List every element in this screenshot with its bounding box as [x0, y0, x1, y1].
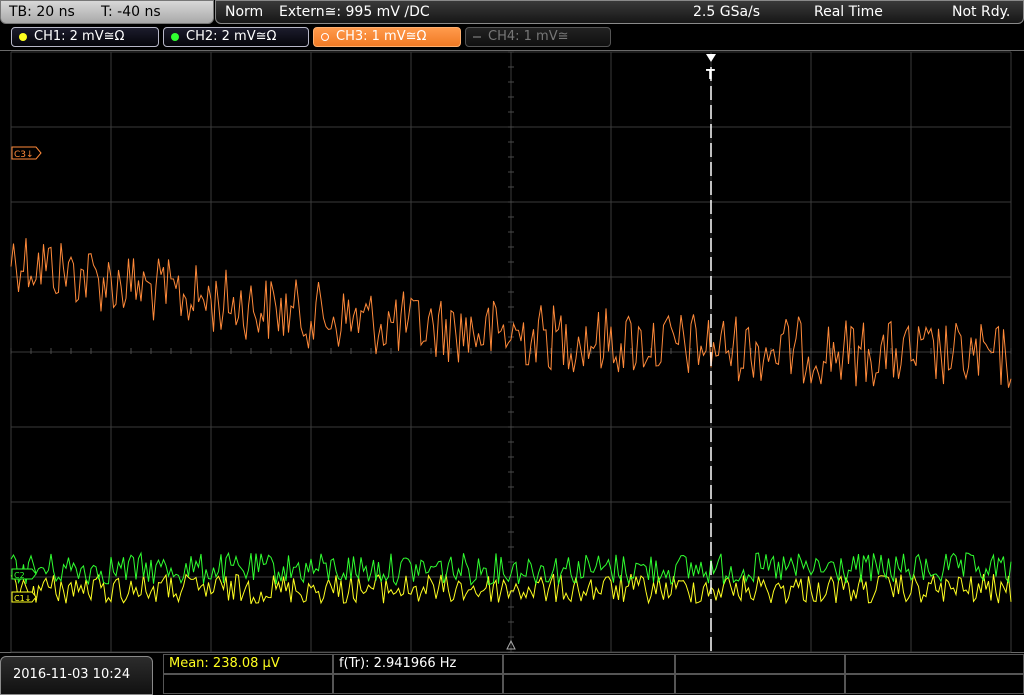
channel-2-label: CH2: 2 mV≅Ω — [186, 29, 277, 44]
channel-3-ref-marker[interactable]: C3↓ — [11, 146, 42, 160]
channel-1-tab[interactable]: CH1: 2 mV≅Ω — [11, 27, 159, 47]
trigger-mode[interactable]: Norm — [225, 1, 263, 23]
acquisition-mode[interactable]: Real Time — [814, 1, 883, 23]
measurement-slot-3[interactable] — [503, 654, 675, 674]
measurement-slot-10[interactable] — [845, 674, 1024, 694]
channel-2-tab[interactable]: CH2: 2 mV≅Ω — [163, 27, 309, 47]
waveform-area[interactable]: C3↓ C2 C1↓ T — [0, 51, 1024, 654]
channel-1-label: CH1: 2 mV≅Ω — [34, 29, 125, 44]
mean-measurement[interactable]: Mean: 238.08 µV — [163, 654, 333, 674]
channel-4-label: CH4: 1 mV≅ — [488, 29, 569, 44]
channel-4-indicator-icon — [473, 36, 481, 38]
scope-display[interactable]: C3↓ C2 C1↓ T — [0, 50, 1024, 654]
bottom-bar: 2016-11-03 10:24 Mean: 238.08 µV f(Tr): … — [0, 654, 1024, 695]
channel-1-ref-marker[interactable]: C1↓ — [11, 591, 37, 603]
measurement-slot-5[interactable] — [845, 654, 1024, 674]
channel-1-indicator-icon — [19, 33, 27, 41]
timebase-value[interactable]: TB: 20 ns — [9, 1, 75, 23]
channel-1-marker-label: C1↓ — [14, 594, 31, 603]
timebase-panel[interactable]: TB: 20 ns T: -40 ns — [0, 0, 214, 24]
channel-3-label: CH3: 1 mV≅Ω — [336, 29, 427, 44]
trigger-source[interactable]: Extern≅: 995 mV ∕DC — [279, 1, 430, 23]
measurement-slot-4[interactable] — [675, 654, 845, 674]
channel-3-indicator-icon — [321, 33, 329, 41]
trigger-arrow-icon — [706, 54, 716, 62]
measurement-slot-7[interactable] — [333, 674, 503, 694]
trigger-status-panel: Norm Extern≅: 995 mV ∕DC 2.5 GSa/s Real … — [215, 0, 1024, 24]
trigger-offset-value[interactable]: T: -40 ns — [101, 1, 161, 23]
channel-2-indicator-icon — [171, 33, 179, 41]
measurement-slot-9[interactable] — [675, 674, 845, 694]
channel-bar: CH1: 2 mV≅Ω CH2: 2 mV≅Ω CH3: 1 mV≅Ω CH4:… — [0, 25, 1024, 49]
frequency-measurement[interactable]: f(Tr): 2.941966 Hz — [333, 654, 503, 674]
trigger-t-label: T — [706, 68, 715, 83]
measurement-slot-6[interactable] — [163, 674, 333, 694]
channel-3-tab[interactable]: CH3: 1 mV≅Ω — [313, 27, 461, 47]
trigger-position-marker[interactable]: T — [706, 54, 716, 654]
channel-2-ref-marker[interactable]: C2 — [11, 568, 37, 580]
measurement-slot-8[interactable] — [503, 674, 675, 694]
top-status-bar: TB: 20 ns T: -40 ns Norm Extern≅: 995 mV… — [0, 0, 1024, 24]
channel-3-marker-label: C3↓ — [14, 150, 34, 160]
datetime-display: 2016-11-03 10:24 — [0, 656, 153, 695]
measurement-panel[interactable]: Mean: 238.08 µV f(Tr): 2.941966 Hz — [163, 654, 1024, 695]
channel-4-tab[interactable]: CH4: 1 mV≅ — [465, 27, 611, 47]
graticule-grid — [10, 51, 1012, 653]
trigger-status: Not Rdy. — [952, 4, 1011, 20]
channel-2-marker-label: C2 — [14, 571, 25, 580]
sample-rate[interactable]: 2.5 GSa/s — [693, 1, 760, 23]
